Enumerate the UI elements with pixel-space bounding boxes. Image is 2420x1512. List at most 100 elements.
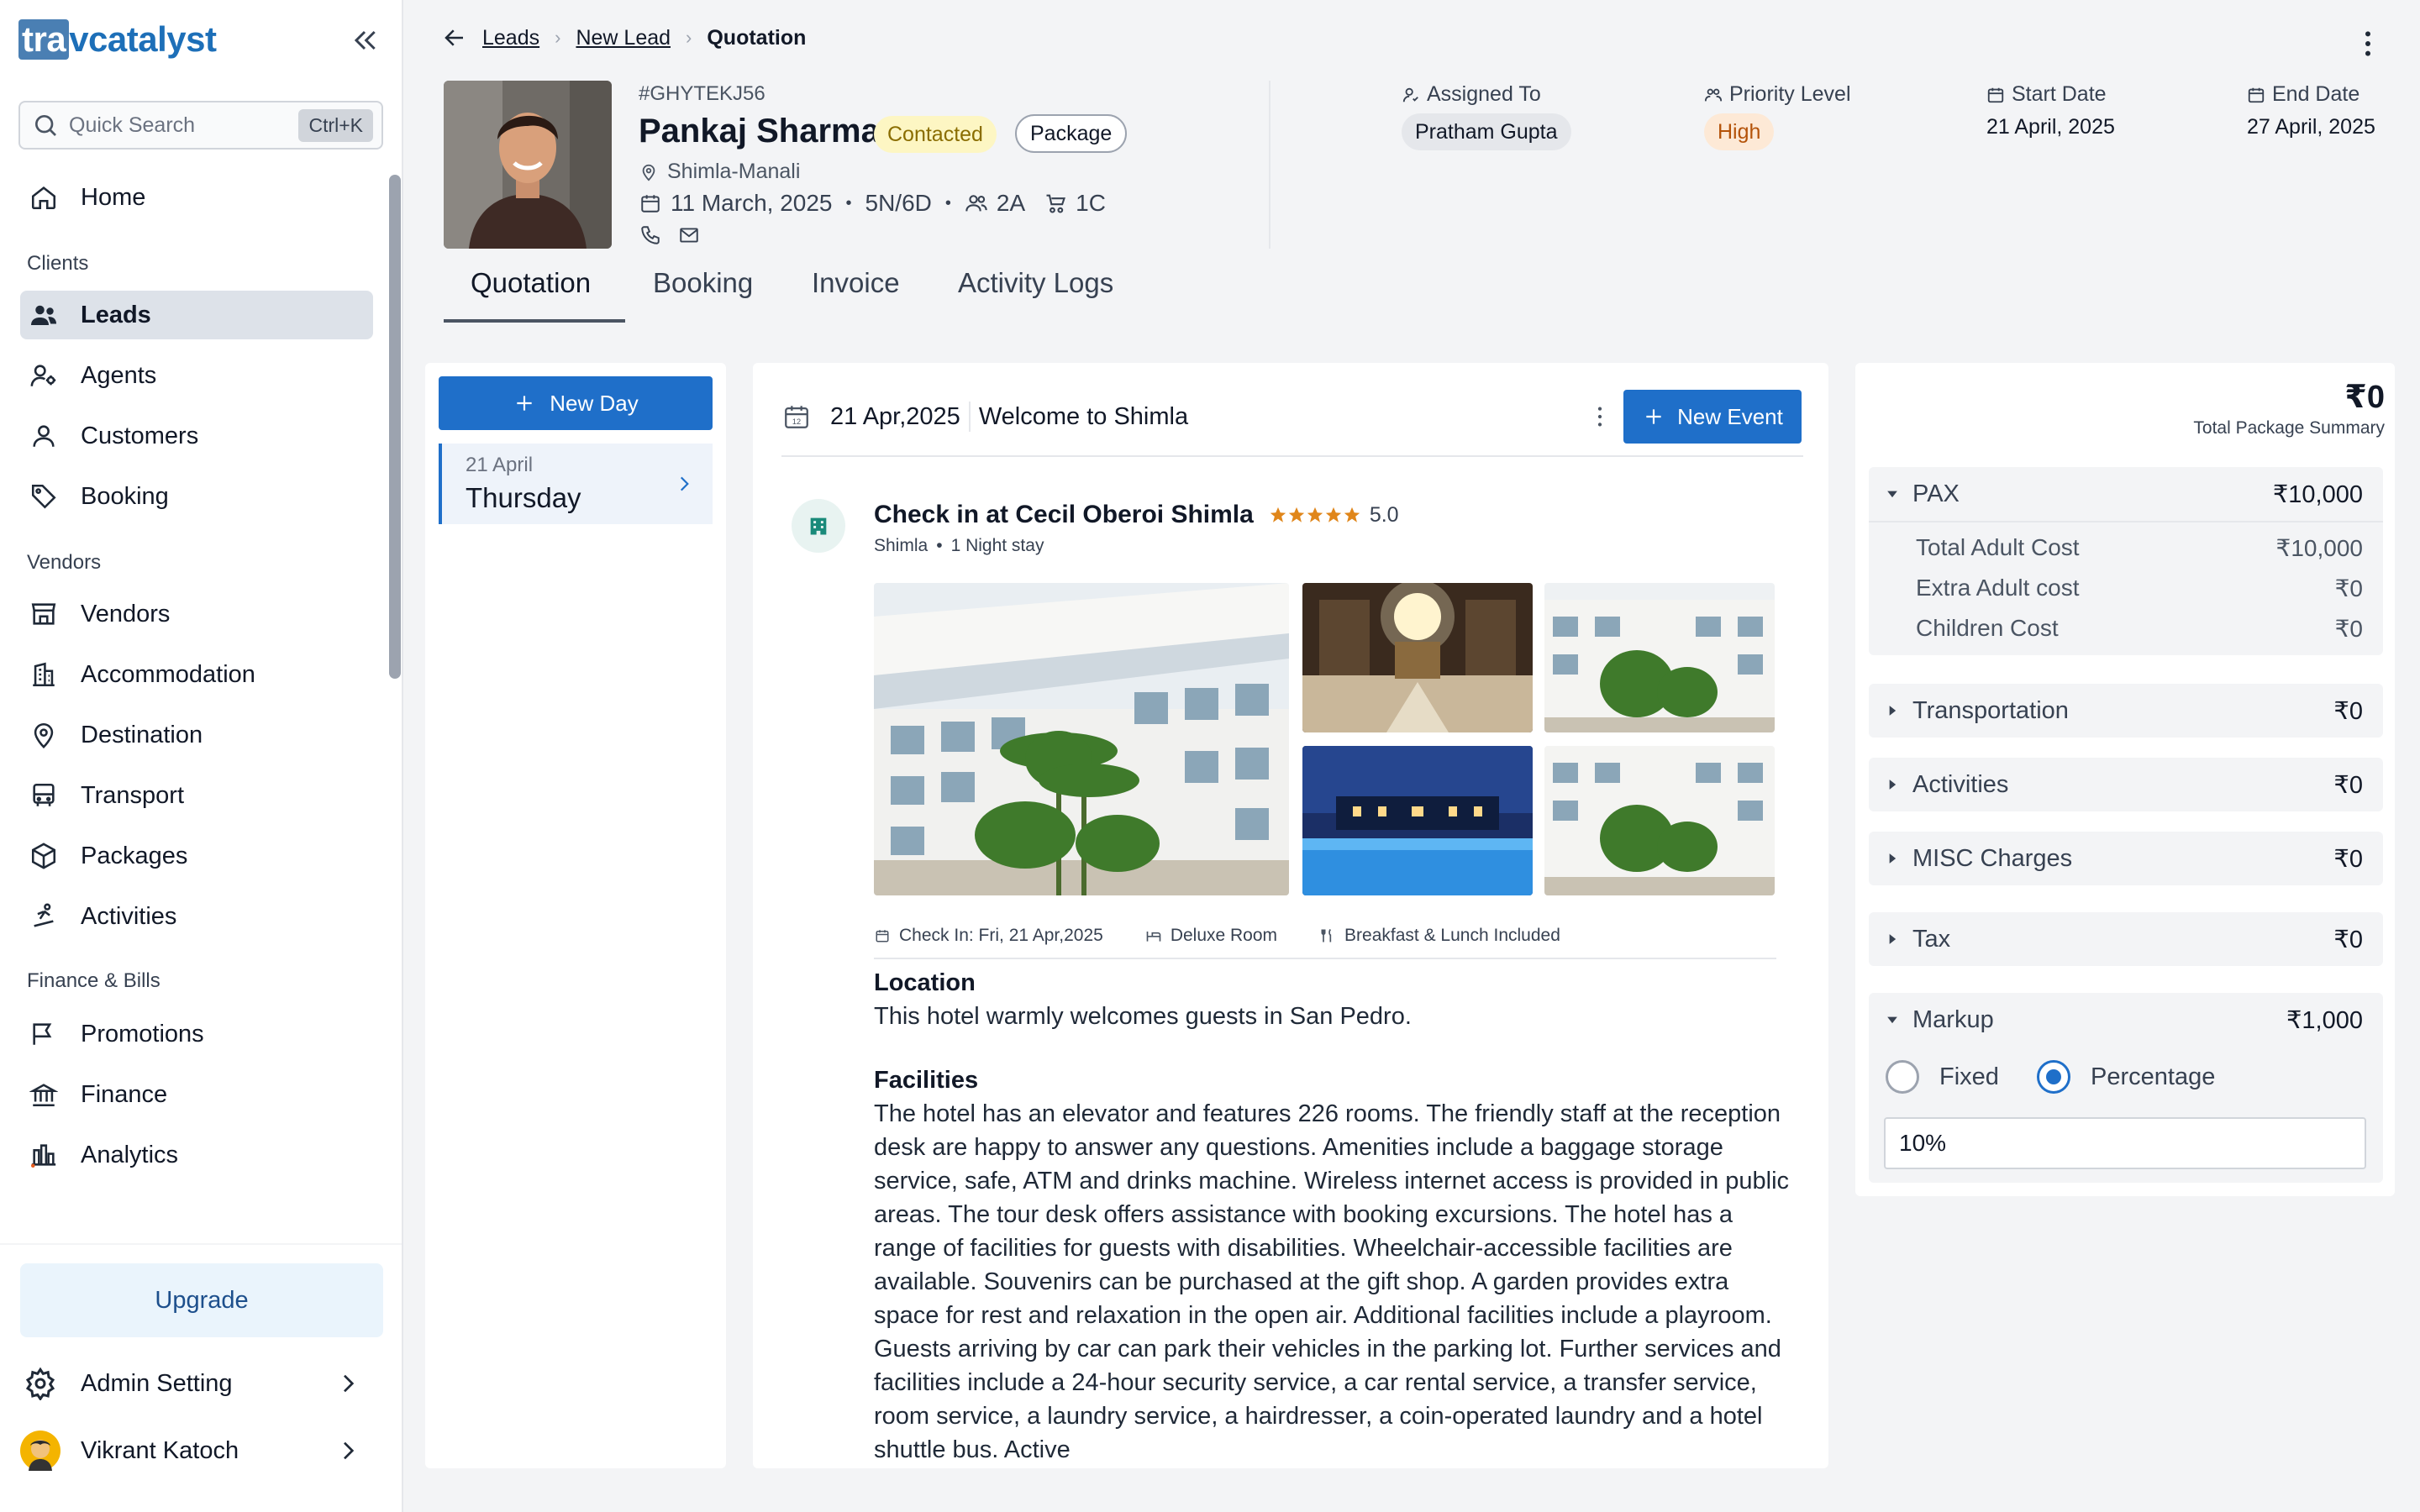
nav-booking[interactable]: Booking bbox=[20, 472, 373, 521]
separator-dot: • bbox=[845, 193, 852, 213]
logo-rest: vcatalyst bbox=[69, 19, 217, 59]
breadcrumb-new-lead[interactable]: New Lead bbox=[576, 26, 671, 50]
sidebar-scrollbar[interactable] bbox=[389, 175, 401, 679]
assigned-value[interactable]: Pratham Gupta bbox=[1402, 113, 1571, 150]
phone-icon[interactable] bbox=[639, 223, 662, 247]
admin-setting-label: Admin Setting bbox=[81, 1369, 233, 1397]
markup-label: Markup bbox=[1912, 1005, 1994, 1033]
tab-activity-logs[interactable]: Activity Logs bbox=[958, 267, 1113, 299]
home-icon bbox=[27, 181, 60, 214]
caret-down-icon bbox=[1884, 486, 1901, 502]
breadcrumb-leads[interactable]: Leads bbox=[482, 26, 539, 50]
new-day-label: New Day bbox=[550, 390, 639, 416]
markup-fixed-radio[interactable]: Fixed bbox=[1886, 1060, 1999, 1094]
analytics-icon bbox=[27, 1138, 60, 1172]
assigned-label: Assigned To bbox=[1427, 82, 1541, 106]
markup-percentage-radio[interactable]: Percentage bbox=[2037, 1060, 2215, 1094]
agent-icon bbox=[27, 359, 60, 392]
hotel-photo-lobby[interactable] bbox=[1302, 583, 1533, 732]
nav-finance[interactable]: Finance bbox=[20, 1070, 373, 1119]
markup-amount: ₹1,000 bbox=[2286, 1006, 2363, 1034]
nav-customers[interactable]: Customers bbox=[20, 412, 373, 460]
hotel-stay: 1 Night stay bbox=[950, 536, 1044, 555]
status-badge[interactable]: Contacted bbox=[874, 116, 997, 153]
end-label: End Date bbox=[2272, 82, 2360, 106]
package-badge[interactable]: Package bbox=[1015, 114, 1128, 153]
end-value: 27 April, 2025 bbox=[2247, 115, 2375, 139]
nav-accommodation[interactable]: Accommodation bbox=[20, 650, 373, 699]
radio-circle bbox=[1886, 1060, 1919, 1094]
more-options-icon[interactable] bbox=[2351, 27, 2385, 60]
nav-packages[interactable]: Packages bbox=[20, 832, 373, 880]
hotel-city: Shimla bbox=[874, 536, 929, 555]
accordion-misc[interactable]: MISC Charges ₹0 bbox=[1869, 832, 2383, 885]
more-options-icon[interactable] bbox=[1585, 402, 1615, 432]
nav-agents[interactable]: Agents bbox=[20, 351, 373, 400]
breadcrumb-separator: › bbox=[686, 27, 692, 48]
logo-prefix: tra bbox=[18, 19, 70, 60]
accordion-activities[interactable]: Activities ₹0 bbox=[1869, 758, 2383, 811]
gear-icon bbox=[20, 1363, 60, 1404]
accordion-tax-header[interactable]: Tax ₹0 bbox=[1869, 912, 2383, 966]
location-heading: Location bbox=[874, 969, 976, 996]
start-value: 21 April, 2025 bbox=[1986, 115, 2115, 139]
accordion-activities-header[interactable]: Activities ₹0 bbox=[1869, 758, 2383, 811]
hotel-photo-pool[interactable] bbox=[1302, 746, 1533, 895]
accordion-tax[interactable]: Tax ₹0 bbox=[1869, 912, 2383, 966]
mail-icon[interactable] bbox=[677, 223, 701, 247]
caret-right-icon bbox=[1884, 931, 1901, 948]
nav-analytics[interactable]: Analytics bbox=[20, 1131, 373, 1179]
users-icon bbox=[27, 298, 60, 332]
accordion-misc-header[interactable]: MISC Charges ₹0 bbox=[1869, 832, 2383, 885]
sidebar-divider bbox=[0, 1243, 402, 1245]
tax-amount: ₹0 bbox=[2333, 926, 2363, 953]
nav-promotions[interactable]: Promotions bbox=[20, 1010, 373, 1058]
caret-right-icon bbox=[1884, 702, 1901, 719]
back-arrow-icon[interactable] bbox=[442, 25, 467, 50]
event-day-title[interactable]: Welcome to Shimla bbox=[979, 403, 1188, 431]
priority-icon bbox=[1704, 86, 1723, 104]
section-clients: Clients bbox=[27, 252, 89, 275]
hotel-photo-main[interactable] bbox=[874, 583, 1289, 895]
event-day-header: 12 21 Apr,2025 Welcome to Shimla bbox=[781, 402, 1188, 432]
hotel-photo-exterior[interactable] bbox=[1544, 583, 1775, 732]
new-event-button[interactable]: New Event bbox=[1623, 390, 1802, 444]
star-icon bbox=[1287, 506, 1306, 524]
admin-setting-item[interactable]: Admin Setting bbox=[20, 1359, 383, 1408]
calendar-icon bbox=[874, 927, 891, 944]
total-adult-row: Total Adult Cost ₹10,000 bbox=[1916, 534, 2363, 562]
quick-search-input[interactable]: Quick Search Ctrl+K bbox=[18, 101, 383, 150]
hotel-photo-courtyard[interactable] bbox=[1544, 746, 1775, 895]
children-cost-row: Children Cost ₹0 bbox=[1916, 615, 2363, 643]
markup-value-input[interactable] bbox=[1884, 1117, 2366, 1169]
hotel-name[interactable]: Check in at Cecil Oberoi Shimla bbox=[874, 501, 1254, 529]
rating-value: 5.0 bbox=[1369, 502, 1399, 527]
nav-home[interactable]: Home bbox=[20, 173, 373, 222]
collapse-sidebar-icon[interactable] bbox=[348, 24, 381, 57]
assigned-to: Assigned To Pratham Gupta bbox=[1402, 82, 1571, 150]
nav-leads[interactable]: Leads bbox=[20, 291, 373, 339]
star-icon bbox=[1324, 506, 1343, 524]
nav-transport[interactable]: Transport bbox=[20, 771, 373, 820]
tab-invoice[interactable]: Invoice bbox=[812, 267, 900, 299]
user-profile-item[interactable]: Vikrant Katoch bbox=[20, 1426, 383, 1475]
nav-destination[interactable]: Destination bbox=[20, 711, 373, 759]
accordion-markup-header[interactable]: Markup ₹1,000 bbox=[1869, 993, 2383, 1047]
nav-activities[interactable]: Activities bbox=[20, 892, 373, 941]
caret-right-icon bbox=[1884, 850, 1901, 867]
day-item[interactable]: 21 April Thursday bbox=[439, 444, 713, 524]
adults-icon bbox=[965, 192, 988, 215]
accordion-pax-header[interactable]: PAX ₹10,000 bbox=[1869, 467, 2383, 521]
fixed-label: Fixed bbox=[1939, 1063, 1999, 1090]
new-day-button[interactable]: New Day bbox=[439, 376, 713, 430]
nav-activities-label: Activities bbox=[81, 902, 177, 930]
priority-value[interactable]: High bbox=[1704, 113, 1775, 150]
app-logo[interactable]: tra vcatalyst bbox=[18, 17, 217, 62]
tab-booking[interactable]: Booking bbox=[653, 267, 753, 299]
accordion-transportation-header[interactable]: Transportation ₹0 bbox=[1869, 684, 2383, 738]
nav-customers-label: Customers bbox=[81, 422, 199, 449]
tab-quotation[interactable]: Quotation bbox=[471, 267, 591, 299]
accordion-transportation[interactable]: Transportation ₹0 bbox=[1869, 684, 2383, 738]
nav-vendors[interactable]: Vendors bbox=[20, 590, 373, 638]
upgrade-button[interactable]: Upgrade bbox=[20, 1263, 383, 1337]
